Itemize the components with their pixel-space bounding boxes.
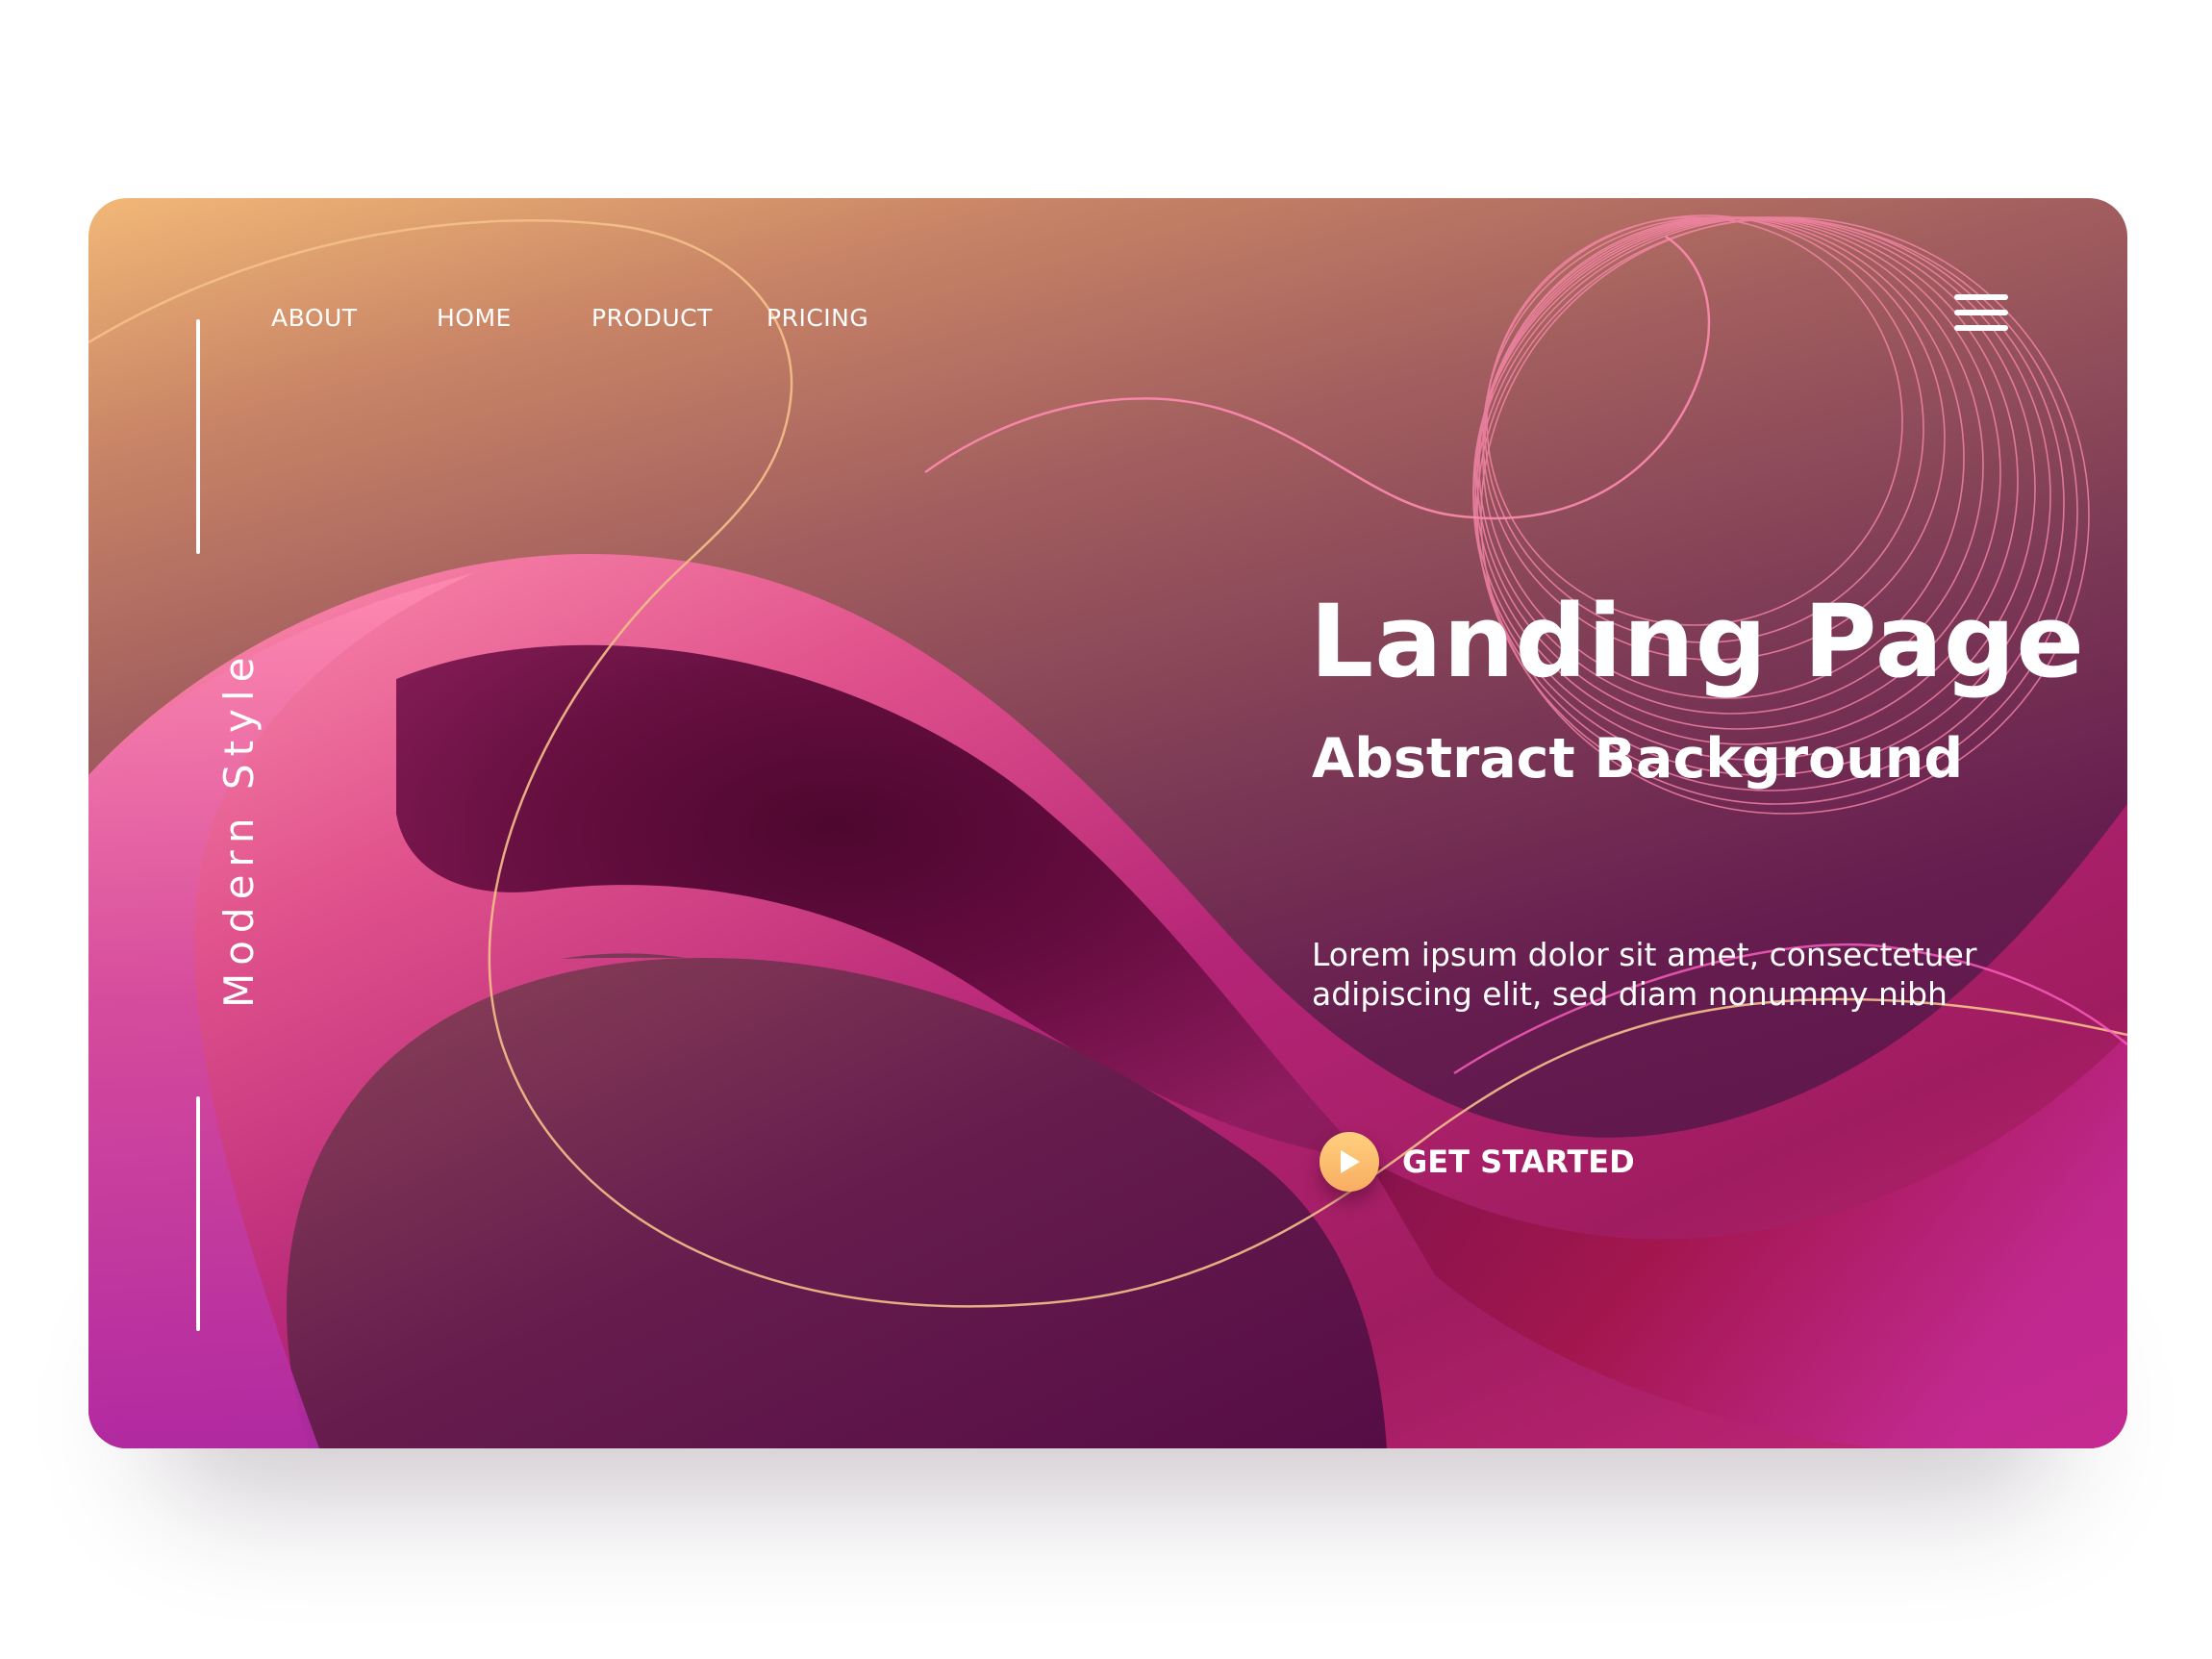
hero-body: Lorem ipsum dolor sit amet, consectetuer… xyxy=(1312,936,1977,1013)
get-started-label: GET STARTED xyxy=(1402,1144,1635,1180)
nav-item-product[interactable]: PRODUCT xyxy=(591,304,713,332)
landing-card: Modern Style ABOUT HOME PRODUCT PRICING … xyxy=(88,198,2127,1448)
hamburger-menu-icon[interactable] xyxy=(1954,294,2008,333)
nav-item-pricing[interactable]: PRICING xyxy=(767,304,868,332)
menu-bar xyxy=(1954,325,2008,331)
play-icon xyxy=(1320,1132,1379,1192)
vertical-label: Modern Style xyxy=(215,649,263,1008)
nav-item-home[interactable]: HOME xyxy=(437,304,512,332)
menu-bar xyxy=(1954,310,2008,315)
abstract-background xyxy=(88,214,2127,1448)
menu-bar xyxy=(1954,294,2008,300)
hero-subtitle: Abstract Background xyxy=(1312,727,1964,791)
side-line-bottom xyxy=(196,1096,200,1331)
nav-item-about[interactable]: ABOUT xyxy=(271,304,358,332)
curve-line-2 xyxy=(924,235,1711,520)
get-started-button[interactable]: GET STARTED xyxy=(1320,1131,1635,1193)
page: Modern Style ABOUT HOME PRODUCT PRICING … xyxy=(0,0,2212,1659)
side-line-top xyxy=(196,319,200,554)
hero-title: Landing Page xyxy=(1310,583,2085,700)
